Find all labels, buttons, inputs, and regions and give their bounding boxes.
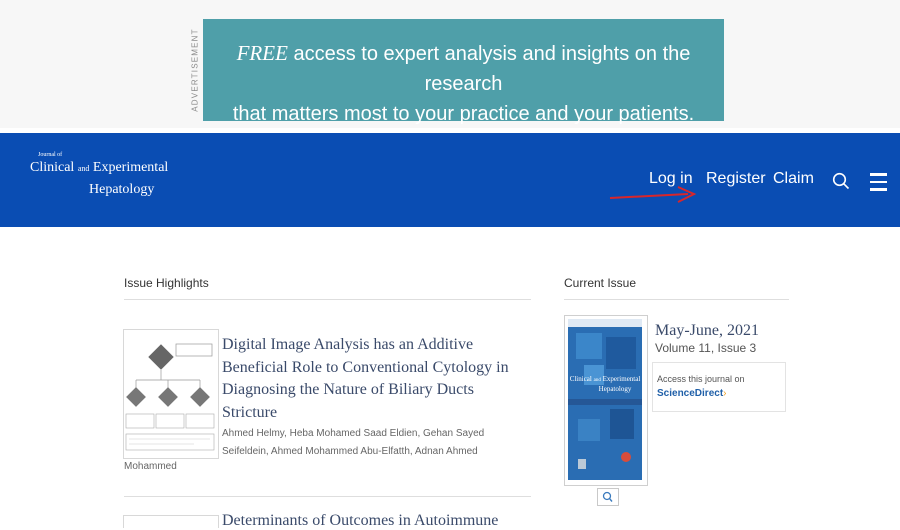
- access-text: Access this journal on: [657, 374, 745, 384]
- issue-highlights-heading: Issue Highlights: [124, 276, 209, 290]
- cover-zoom-button[interactable]: [597, 488, 619, 506]
- divider: [124, 299, 531, 300]
- hamburger-menu-icon[interactable]: [870, 173, 887, 191]
- logo-clinical: Clinical: [30, 160, 75, 175]
- ad-line1: access to expert analysis and insights o…: [287, 43, 691, 95]
- ad-lead: FREE: [236, 41, 288, 65]
- logo-line1: Clinical and Experimental: [30, 160, 168, 176]
- article-title-link[interactable]: Digital Image Analysis has an Additive B…: [222, 334, 532, 424]
- article-thumbnail[interactable]: [123, 515, 219, 528]
- ad-line2: that matters most to your practice and y…: [232, 103, 695, 125]
- article-title-link[interactable]: Determinants of Outcomes in Autoimmune: [222, 512, 498, 530]
- sciencedirect-box: [652, 362, 786, 412]
- authors-line: Ahmed Helmy, Heba Mohamed Saad Eldien, G…: [222, 428, 485, 439]
- divider: [564, 299, 789, 300]
- issue-volume: Volume 11, Issue 3: [655, 341, 757, 355]
- divider: [124, 496, 531, 497]
- register-link[interactable]: Register: [706, 170, 766, 188]
- magnifier-icon: [602, 491, 613, 502]
- logo-and: and: [77, 164, 90, 173]
- ad-label: ADVERTISEMENT: [190, 28, 200, 112]
- chevron-right-icon: ›: [723, 388, 727, 399]
- red-arrow-annotation: [609, 186, 697, 203]
- authors-line: Mohammed: [124, 461, 177, 472]
- logo-journal-of: Journal of: [38, 152, 63, 158]
- article-authors: Ahmed Helmy, Heba Mohamed Saad Eldien, G…: [222, 425, 532, 461]
- cover-journal-title: Clinical and Experimental Hepatology: [569, 375, 641, 393]
- search-icon[interactable]: [832, 172, 850, 190]
- current-issue-heading: Current Issue: [564, 276, 637, 290]
- ad-text[interactable]: FREE access to expert analysis and insig…: [215, 38, 712, 129]
- journal-cover-image[interactable]: Clinical and Experimental Hepatology: [568, 319, 642, 480]
- logo-hepatology: Hepatology: [89, 182, 155, 197]
- authors-line: Seifeldein, Ahmed Mohammed Abu-Elfatth, …: [222, 446, 478, 457]
- issue-date-link[interactable]: May-June, 2021: [655, 322, 759, 340]
- logo-experimental: Experimental: [92, 160, 169, 175]
- article-thumbnail[interactable]: [123, 329, 219, 459]
- sciencedirect-link[interactable]: ScienceDirect›: [657, 388, 727, 399]
- claim-link[interactable]: Claim: [773, 170, 814, 188]
